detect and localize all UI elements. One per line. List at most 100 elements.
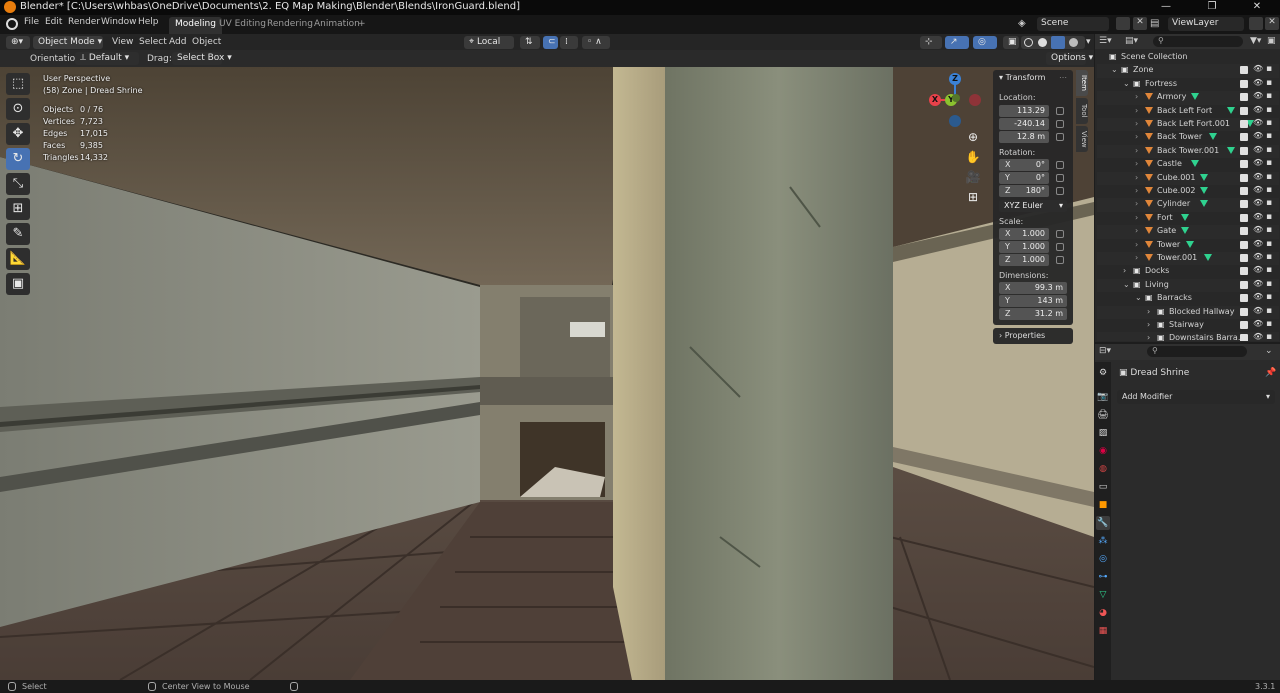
outliner-row[interactable]: › Armory 👁 ▪ (1097, 91, 1279, 105)
visibility-eye-icon[interactable]: 👁 (1253, 239, 1263, 248)
neg-z-axis-icon[interactable] (949, 115, 961, 127)
3d-viewport[interactable] (0, 67, 1094, 680)
outliner-row[interactable]: ⌄ ▣ Living 👁 ▪ (1097, 278, 1279, 293)
outliner-row[interactable]: › ▣ Downstairs Barra... 👁 ▪ (1097, 332, 1279, 341)
view-layer-selector[interactable]: ViewLayer (1168, 17, 1244, 31)
view-menu[interactable]: View (112, 37, 133, 47)
visibility-eye-icon[interactable]: 👁 (1253, 172, 1263, 181)
wireframe-shading-icon[interactable] (1024, 38, 1033, 47)
menu-edit[interactable]: Edit (45, 17, 62, 27)
outliner-row[interactable]: › Fort 👁 ▪ (1097, 212, 1279, 225)
blender-menu-icon[interactable] (6, 18, 18, 30)
properties-panel-header[interactable]: › Properties (993, 328, 1073, 344)
outliner-row[interactable]: ⌄ ▣ Barracks 👁 ▪ (1097, 292, 1279, 305)
outliner-row[interactable]: › Back Left Fort 👁 ▪ (1097, 105, 1279, 118)
tab-item[interactable]: Item (1076, 70, 1088, 96)
scene-tab-icon[interactable]: ◉ (1096, 444, 1110, 458)
dimension-y-field[interactable]: Y 143 m (999, 295, 1067, 307)
rendered-shading-icon[interactable] (1069, 38, 1078, 47)
mesh-data-icon[interactable] (1227, 146, 1236, 155)
expand-toggle-icon[interactable]: › (1135, 213, 1143, 222)
navigation-gizmo[interactable]: Z X Y (928, 72, 984, 128)
delete-view-layer-icon[interactable]: ✕ (1265, 17, 1279, 30)
visibility-eye-icon[interactable]: 👁 (1253, 78, 1263, 87)
maximize-button[interactable]: ❐ (1189, 0, 1235, 15)
render-camera-icon[interactable]: ▪ (1266, 332, 1272, 341)
minimize-button[interactable]: — (1143, 0, 1189, 15)
world-tab-icon[interactable]: ◍ (1096, 462, 1110, 476)
visibility-eye-icon[interactable]: 👁 (1253, 158, 1263, 167)
expand-toggle-icon[interactable]: › (1135, 106, 1143, 115)
expand-toggle-icon[interactable]: ⌄ (1135, 294, 1143, 302)
exclude-checkbox[interactable] (1240, 120, 1248, 128)
add-modifier-dropdown[interactable]: Add Modifier ▾ (1117, 390, 1275, 404)
outliner-row[interactable]: › Back Tower.001 👁 ▪ (1097, 144, 1279, 159)
exclude-checkbox[interactable] (1240, 240, 1248, 249)
dimension-z-field[interactable]: Z 31.2 m (999, 308, 1067, 320)
rotation-y-field[interactable]: Y 0° (999, 172, 1049, 184)
expand-toggle-icon[interactable]: › (1135, 146, 1143, 155)
visibility-eye-icon[interactable]: 👁 (1253, 265, 1263, 274)
view-layer-icon[interactable]: ▤ (1150, 18, 1159, 29)
render-tab-icon[interactable]: 📷 (1096, 390, 1110, 404)
outliner-row[interactable]: ⌄ ▣ Zone 👁 ▪ (1097, 64, 1279, 78)
visibility-eye-icon[interactable]: 👁 (1253, 198, 1263, 207)
scene-icon[interactable]: ◈ (1018, 18, 1026, 29)
render-camera-icon[interactable]: ▪ (1266, 212, 1272, 222)
outliner-row[interactable]: ⌄ ▣ Fortress 👁 ▪ (1097, 78, 1279, 91)
expand-toggle-icon[interactable]: ⌄ (1111, 66, 1119, 74)
exclude-checkbox[interactable] (1240, 106, 1248, 115)
lock-icon[interactable] (1056, 174, 1064, 182)
material-tab-icon[interactable]: ◕ (1096, 606, 1110, 620)
tab-view[interactable]: View (1076, 126, 1088, 152)
display-mode-icon[interactable]: ▤▾ (1125, 36, 1138, 46)
render-camera-icon[interactable]: ▪ (1266, 239, 1272, 249)
scale-y-field[interactable]: Y 1.000 (999, 241, 1049, 253)
constraints-tab-icon[interactable]: ⊶ (1096, 570, 1110, 584)
move-tool-icon[interactable]: ✥ (6, 123, 30, 145)
neg-x-axis-icon[interactable] (969, 94, 981, 106)
exclude-checkbox[interactable] (1240, 160, 1248, 169)
perspective-grid-icon[interactable]: ⊞ (964, 188, 982, 206)
drag-dropdown[interactable]: Select Box ▾ (172, 52, 232, 65)
outliner-row[interactable]: › Tower.001 👁 ▪ (1097, 252, 1279, 266)
menu-window[interactable]: Window (101, 17, 137, 27)
render-camera-icon[interactable]: ▪ (1266, 252, 1272, 262)
outliner-row[interactable]: › Castle 👁 ▪ (1097, 158, 1279, 171)
render-camera-icon[interactable]: ▪ (1266, 265, 1272, 275)
location-y-field[interactable]: -240.14 (999, 118, 1049, 130)
new-scene-icon[interactable] (1116, 17, 1130, 30)
visibility-eye-icon[interactable]: 👁 (1253, 319, 1263, 328)
x-axis-icon[interactable]: X (929, 94, 941, 106)
filter-icon[interactable]: ▼▾ (1250, 36, 1261, 46)
output-tab-icon[interactable]: 🖨 (1096, 408, 1110, 422)
mesh-data-icon[interactable] (1181, 213, 1190, 222)
expand-toggle-icon[interactable]: › (1123, 267, 1131, 275)
lock-icon[interactable] (1056, 133, 1064, 141)
render-camera-icon[interactable]: ▪ (1266, 145, 1272, 155)
properties-search-input[interactable]: ⚲ (1147, 346, 1247, 357)
render-camera-icon[interactable]: ▪ (1266, 131, 1272, 141)
exclude-checkbox[interactable] (1240, 294, 1248, 303)
expand-toggle-icon[interactable]: › (1135, 173, 1143, 182)
material-preview-icon[interactable] (1051, 36, 1065, 49)
visibility-eye-icon[interactable]: 👁 (1253, 91, 1263, 100)
expand-toggle-icon[interactable]: › (1135, 200, 1143, 208)
render-camera-icon[interactable]: ▪ (1266, 158, 1272, 168)
lock-icon[interactable] (1056, 107, 1064, 115)
visibility-eye-icon[interactable]: 👁 (1253, 225, 1263, 234)
scale-tool-icon[interactable]: ⤡ (6, 173, 30, 195)
rotation-z-field[interactable]: Z 180° (999, 185, 1049, 197)
scale-z-field[interactable]: Z 1.000 (999, 254, 1049, 266)
modifier-tab-icon[interactable]: 🔧 (1096, 516, 1110, 530)
snap-toggle-icon[interactable]: ⊂ (543, 36, 558, 49)
outliner-row[interactable]: › Back Tower 👁 ▪ (1097, 131, 1279, 144)
visibility-eye-icon[interactable]: 👁 (1253, 118, 1263, 127)
outliner-row[interactable]: › Back Left Fort.001 👁 ▪ (1097, 118, 1279, 132)
show-gizmo-icon[interactable]: ⊹ (920, 36, 942, 49)
particles-tab-icon[interactable]: ⁂ (1096, 534, 1110, 548)
mesh-data-icon[interactable] (1227, 106, 1236, 115)
exclude-checkbox[interactable] (1240, 79, 1248, 88)
visibility-eye-icon[interactable]: 👁 (1253, 306, 1263, 315)
mesh-data-icon[interactable] (1190, 93, 1199, 101)
